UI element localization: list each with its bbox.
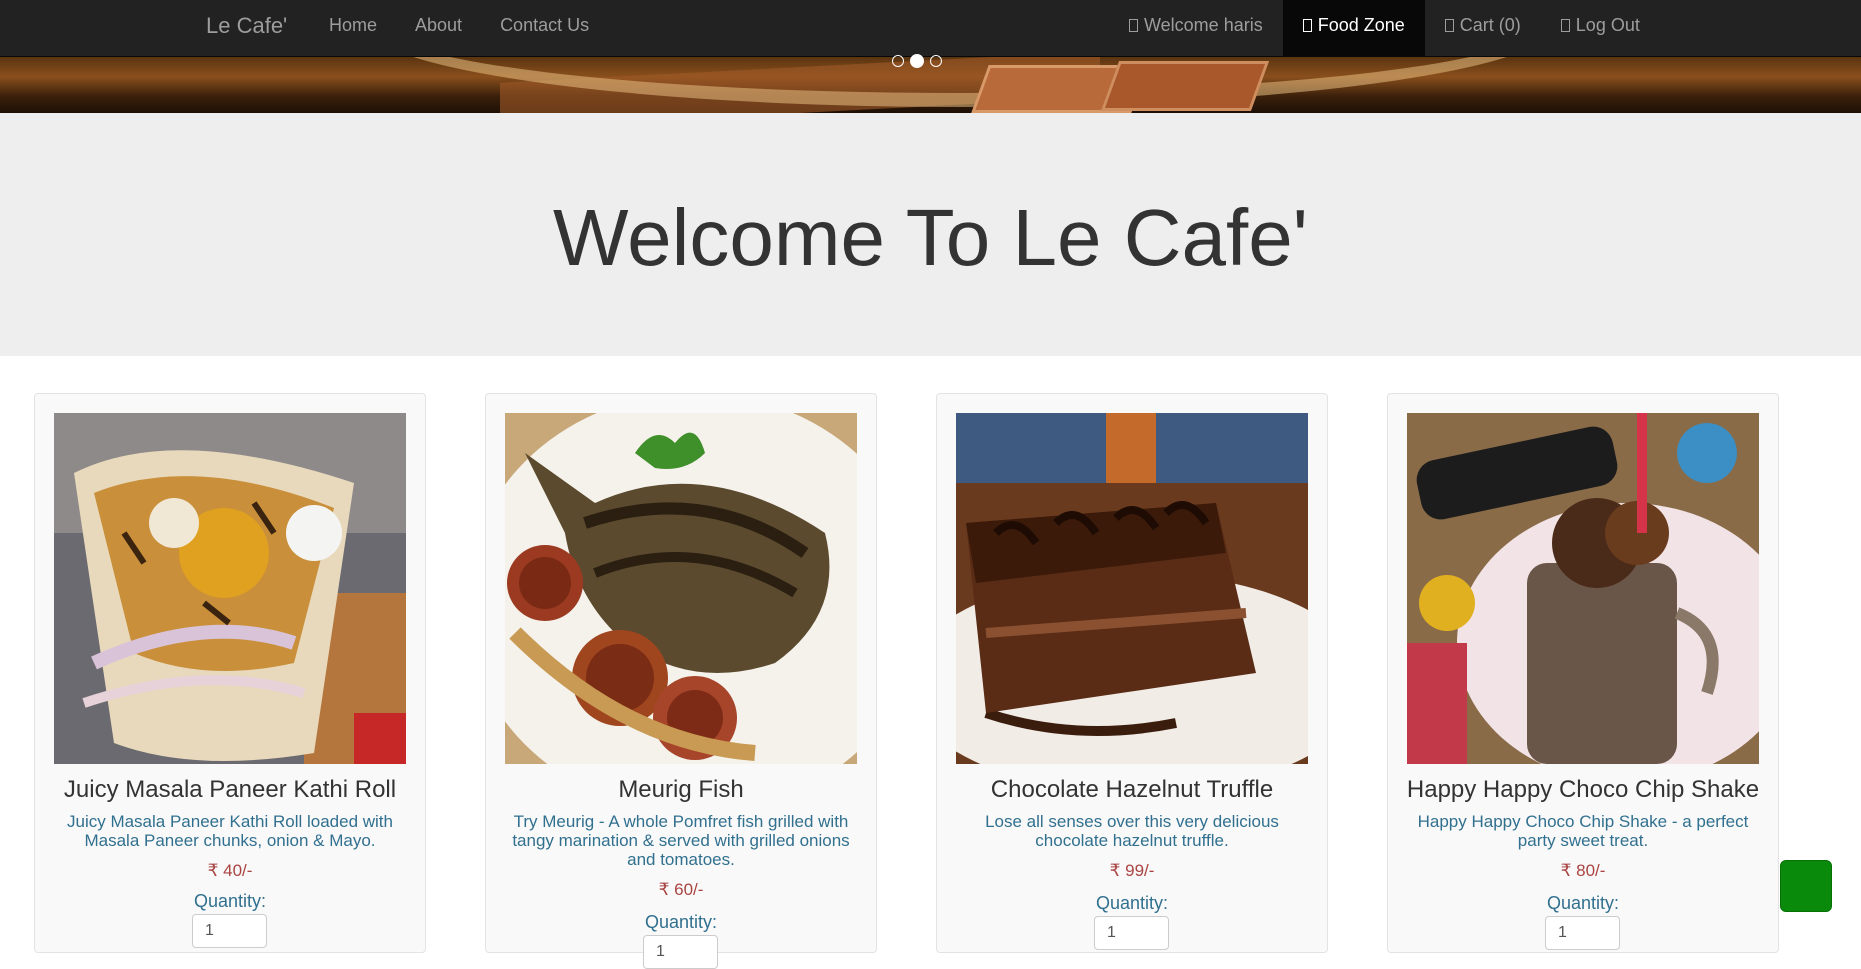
menu-item-name: Juicy Masala Paneer Kathi Roll <box>63 776 397 803</box>
page-title: Welcome To Le Cafe' <box>553 193 1308 282</box>
food-zone-label: Food Zone <box>1317 14 1405 35</box>
log-out-label: Log Out <box>1575 14 1640 35</box>
carousel-cake-slice <box>1100 61 1270 111</box>
nav-welcome-user[interactable]: Welcome haris <box>1109 0 1283 50</box>
nav-log-out[interactable]: Log Out <box>1541 0 1660 50</box>
navbar: Le Cafe' Home About Contact Us Welcome h… <box>0 0 1861 57</box>
menu-item-name: Happy Happy Choco Chip Shake <box>1406 776 1760 803</box>
menu-item-price: ₹ 60/- <box>658 880 704 899</box>
menu-item-description: Happy Happy Choco Chip Shake - a perfect… <box>1417 812 1749 850</box>
carousel-indicator[interactable] <box>930 55 942 67</box>
nav-about[interactable]: About <box>396 0 481 56</box>
quantity-input[interactable] <box>1094 916 1169 950</box>
cart-icon <box>1444 18 1454 32</box>
choco-shake-image <box>1407 413 1759 764</box>
chocolate-cake-image <box>956 413 1308 764</box>
quantity-input[interactable] <box>643 935 718 969</box>
kathi-roll-image <box>54 413 406 764</box>
welcome-label: Welcome haris <box>1144 14 1263 35</box>
cart-label: Cart (0) <box>1459 14 1521 35</box>
menu-card: Happy Happy Choco Chip Shake Happy Happy… <box>1387 393 1779 953</box>
quantity-label: Quantity: <box>1095 893 1169 913</box>
menu-item-price: ₹ 80/- <box>1560 861 1606 880</box>
menu-item-price: ₹ 40/- <box>207 861 253 880</box>
menu-item-price: ₹ 99/- <box>1109 861 1155 880</box>
menu-card: Juicy Masala Paneer Kathi Roll Juicy Mas… <box>34 393 426 953</box>
quantity-input[interactable] <box>192 914 267 948</box>
nav-right: Welcome haris Food Zone Cart (0) Log Out <box>1109 0 1660 56</box>
quantity-label: Quantity: <box>193 891 267 911</box>
menu-card: Chocolate Hazelnut Truffle Lose all sens… <box>936 393 1328 953</box>
quantity-input[interactable] <box>1545 916 1620 950</box>
cutlery-icon <box>1302 18 1312 32</box>
quantity-label: Quantity: <box>1546 893 1620 913</box>
nav-left: Home About Contact Us <box>310 0 608 56</box>
nav-food-zone[interactable]: Food Zone <box>1282 0 1425 56</box>
grilled-fish-image <box>505 413 857 764</box>
menu-item-description: Lose all senses over this very delicious… <box>985 812 1279 850</box>
jumbotron: Welcome To Le Cafe' <box>0 113 1861 356</box>
carousel-indicator-active[interactable] <box>910 54 924 68</box>
menu-card: Meurig Fish Try Meurig - A whole Pomfret… <box>485 393 877 969</box>
nav-contact-us[interactable]: Contact Us <box>481 0 608 56</box>
menu-item-description: Try Meurig - A whole Pomfret fish grille… <box>512 812 850 869</box>
nav-home[interactable]: Home <box>310 0 396 56</box>
nav-cart[interactable]: Cart (0) <box>1425 0 1541 50</box>
menu-item-description: Juicy Masala Paneer Kathi Roll loaded wi… <box>66 812 393 850</box>
chat-button[interactable] <box>1780 860 1832 912</box>
log-out-icon <box>1560 18 1570 32</box>
carousel-indicator[interactable] <box>892 55 904 67</box>
menu-item-name: Chocolate Hazelnut Truffle <box>990 776 1274 803</box>
menu-item-name: Meurig Fish <box>618 776 744 803</box>
carousel-indicators <box>892 54 942 68</box>
brand-link[interactable]: Le Cafe' <box>206 13 287 39</box>
user-icon <box>1129 18 1138 32</box>
